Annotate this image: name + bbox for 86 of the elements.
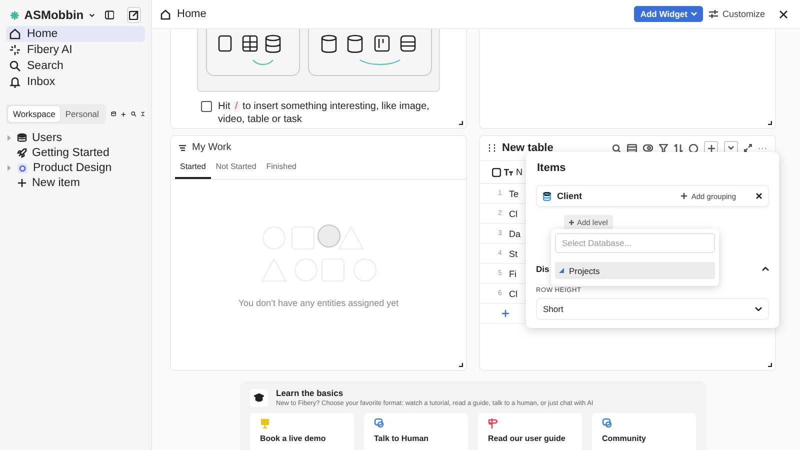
work-tab[interactable]: Not Started (210, 159, 262, 179)
chevron-up-icon (762, 267, 769, 271)
chevron-down-icon (691, 12, 698, 16)
table-cell: Cl (509, 288, 518, 298)
search-icon (130, 109, 136, 119)
home-icon (160, 8, 171, 20)
resize-handle-icon (459, 363, 463, 367)
new-page-button[interactable] (127, 7, 141, 23)
database-icon (17, 133, 27, 143)
empty-state-text: You don’t have any entities assigned yet (238, 298, 399, 308)
nav-item[interactable]: Inbox (6, 74, 145, 90)
table-cell: St (509, 248, 518, 258)
database-option[interactable]: Projects (555, 262, 715, 279)
edit-icon (129, 10, 140, 20)
sort-icon (674, 144, 683, 152)
sidebar-toggle-icon (104, 10, 114, 20)
bell-icon (9, 76, 21, 88)
eye-icon (643, 144, 653, 152)
section-title: Learn the basics (276, 388, 344, 398)
triangle-icon (559, 268, 564, 273)
chevron-down-icon (728, 146, 734, 150)
plus-icon (17, 178, 27, 188)
database-search-field[interactable]: Select Database... (555, 233, 715, 253)
scope-tab[interactable]: Personal (60, 106, 104, 122)
row-height-select[interactable]: Short (536, 298, 769, 320)
learn-card[interactable]: Community (592, 413, 696, 450)
table-cell: Te (509, 188, 519, 198)
filter-lines-icon (179, 144, 186, 150)
level-name: Client (557, 191, 582, 201)
collapse-icon (141, 109, 145, 119)
workspace-name[interactable]: ASMobbin (24, 8, 84, 22)
table-cell: Cl (509, 208, 518, 218)
app-icon (17, 162, 28, 174)
tree-item[interactable]: New item (32, 177, 80, 189)
table-cell: Fi (509, 268, 516, 278)
widget-title: My Work (192, 142, 232, 153)
search-icon (612, 144, 621, 152)
database-icon (543, 192, 551, 200)
section-title: Dis (536, 264, 550, 274)
work-tab[interactable]: Started (175, 159, 211, 179)
tree-item[interactable]: Product Design (33, 162, 112, 174)
plus-icon (569, 220, 574, 225)
tree-item[interactable]: Users (32, 132, 62, 144)
add-widget-button[interactable]: Add Widget (634, 6, 704, 22)
learn-card[interactable]: Talk to Human (364, 413, 468, 450)
column-header: N (516, 167, 522, 177)
resize-handle-icon (768, 121, 772, 125)
task-text: Hit / to insert something interesting, like image, video, table or task (218, 100, 430, 126)
plus-icon (121, 110, 126, 118)
sliders-icon (709, 10, 718, 18)
layout-icon (627, 144, 637, 152)
close-icon (779, 10, 788, 18)
plus-icon (708, 144, 714, 152)
learn-card[interactable]: Read our user guide (478, 413, 582, 450)
expand-icon (744, 144, 752, 152)
graduation-cap-icon (254, 393, 264, 402)
scope-tab[interactable]: Workspace (8, 106, 60, 122)
home-icon (9, 28, 21, 40)
customize-button[interactable]: Customize (709, 9, 765, 19)
chevron-down-icon (755, 307, 762, 311)
page-title: Home (177, 8, 206, 20)
plus-icon (502, 310, 509, 317)
nav-item[interactable]: Search (6, 58, 145, 74)
tree-item[interactable]: Getting Started (32, 147, 110, 159)
drag-handle-icon (488, 144, 496, 152)
table-cell: Da (509, 228, 521, 238)
sparkle-icon (9, 44, 21, 56)
filter-icon (659, 144, 668, 152)
learn-card[interactable]: Book a live demo (250, 413, 354, 450)
rocket-icon (17, 148, 27, 158)
resize-handle-icon (459, 121, 463, 125)
text-type-icon (504, 168, 513, 176)
work-tab[interactable]: Finished (261, 159, 302, 179)
task-checkbox[interactable] (201, 101, 212, 112)
plus-icon (681, 193, 688, 199)
nav-item[interactable]: Fibery AI (6, 42, 145, 58)
resize-handle-icon (768, 363, 772, 367)
nav-item[interactable]: Home (6, 26, 145, 42)
checkbox-icon (492, 168, 501, 176)
widget-title: New table (502, 142, 554, 154)
chevron-down-icon (88, 12, 95, 18)
database-icon (110, 109, 116, 119)
logo-icon (10, 10, 20, 20)
popup-title: Items (537, 162, 567, 174)
close-icon (756, 193, 762, 199)
search-icon (9, 60, 21, 72)
